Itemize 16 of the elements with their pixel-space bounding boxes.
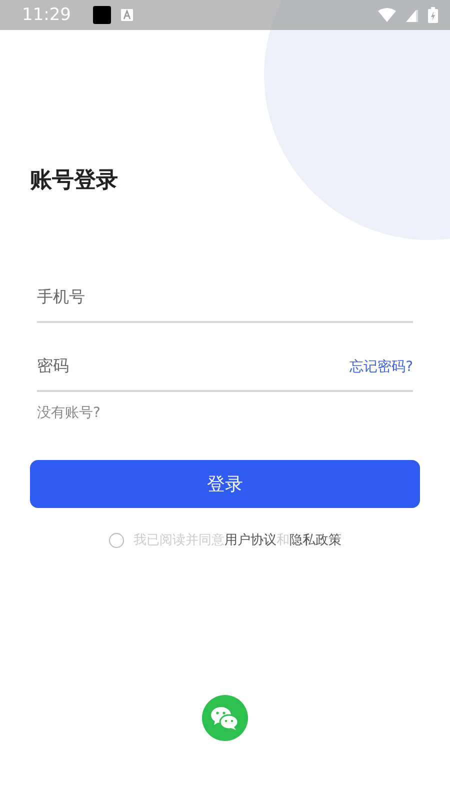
login-button[interactable]: 登录 (30, 460, 420, 508)
notification-icon (93, 6, 111, 24)
phone-field[interactable]: 手机号 (37, 283, 413, 313)
password-field[interactable]: 密码 (37, 352, 350, 382)
keyboard-icon (121, 9, 133, 21)
chat-bubbles-icon[interactable] (202, 695, 248, 741)
battery-icon (428, 7, 438, 23)
signal-icon (406, 8, 418, 22)
wifi-icon (378, 8, 396, 22)
forgot-password-link[interactable]: 忘记密码? (350, 358, 413, 376)
clock: 11:29 (22, 5, 71, 25)
agreement-link[interactable]: 隐私政策 (290, 533, 342, 548)
agreement-checkbox[interactable] (108, 532, 124, 548)
page-title: 账号登录 (30, 167, 119, 195)
agreement-link[interactable]: 用户协议 (224, 533, 276, 548)
register-link[interactable]: 没有账号? (37, 404, 100, 422)
